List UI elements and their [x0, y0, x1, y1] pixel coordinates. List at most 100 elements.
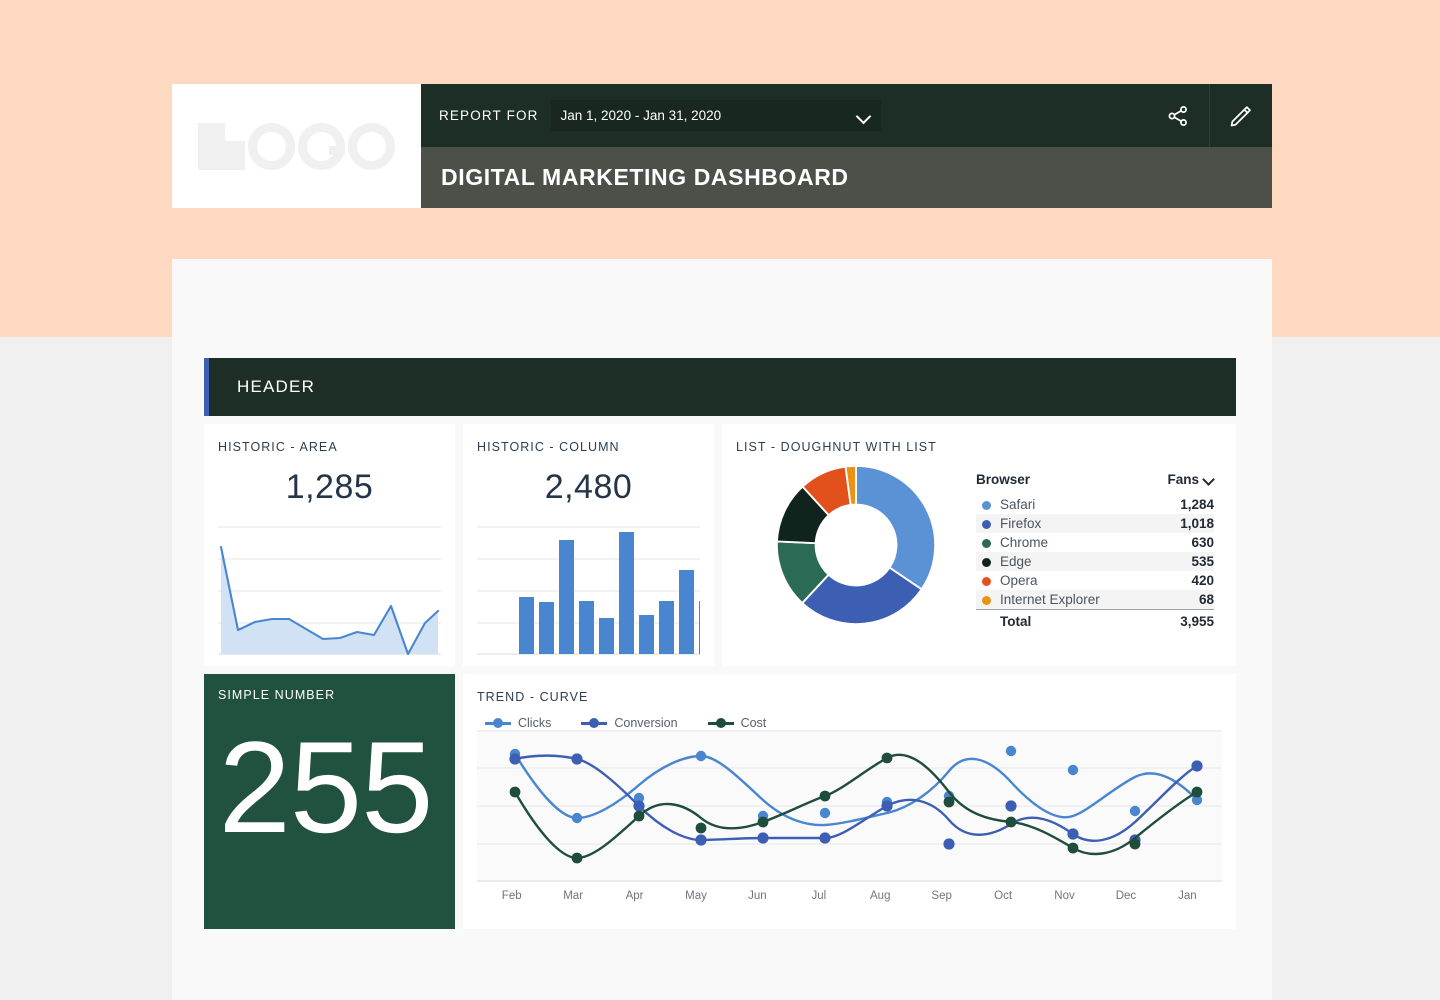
table-total-row: Total 3,955	[976, 609, 1214, 631]
area-chart-svg	[218, 526, 441, 656]
table-row[interactable]: Safari 1,284	[976, 495, 1214, 514]
widget-row-1: HISTORIC - AREA 1,285 HISTORIC - COLUMN …	[204, 424, 1236, 666]
app-header: REPORT FOR Jan 1, 2020 - Jan 31, 2020 DI…	[172, 84, 1272, 208]
legend-label-cost: Cost	[740, 716, 767, 730]
column-total-value: 2,480	[544, 468, 633, 506]
x-tick: Jan	[1178, 890, 1197, 902]
table-row[interactable]: Internet Explorer 68	[976, 590, 1214, 610]
column-chart-svg	[477, 526, 714, 655]
section-header: HEADER	[204, 358, 1236, 416]
header-title-bar: DIGITAL MARKETING DASHBOARD	[421, 147, 1272, 208]
simple-number-value: 255	[218, 714, 434, 860]
doughnut-card-body: Browser Fans Safari 1,284 Firefox 1,018 …	[736, 458, 1222, 631]
trend-chart	[477, 730, 1222, 887]
col-header-fans[interactable]: Fans	[1149, 472, 1214, 495]
row-label: Internet Explorer	[1000, 592, 1100, 607]
logo-letter-o	[248, 122, 295, 170]
logo-container	[172, 84, 421, 208]
legend-dot-opera	[982, 576, 991, 586]
header-toolbar: REPORT FOR Jan 1, 2020 - Jan 31, 2020	[421, 84, 1272, 147]
legend-dot-edge	[982, 557, 991, 567]
card-title-simple-number: SIMPLE NUMBER	[218, 688, 336, 702]
legend-marker-conversion	[581, 718, 608, 728]
x-tick: Jul	[811, 890, 827, 902]
card-title-trend: TREND - CURVE	[477, 690, 589, 704]
browser-table: Browser Fans Safari 1,284 Firefox 1,018 …	[976, 472, 1214, 631]
table-row[interactable]: Edge 535	[976, 552, 1214, 571]
widget-row-2: SIMPLE NUMBER 255 TREND - CURVE Clicks C…	[204, 674, 1236, 929]
date-range-value: Jan 1, 2020 - Jan 31, 2020	[560, 108, 722, 123]
x-tick: Sep	[931, 890, 952, 902]
legend-dot-internet-explorer	[982, 595, 991, 605]
table-header-row: Browser Fans	[976, 472, 1214, 495]
card-historic-column[interactable]: HISTORIC - COLUMN 2,480	[463, 424, 714, 666]
area-total-value: 1,285	[285, 468, 374, 506]
card-doughnut-list[interactable]: LIST - DOUGHNUT WITH LIST Browser Fans S…	[722, 424, 1236, 666]
col-header-browser: Browser	[976, 472, 1031, 487]
legend-marker-clicks	[485, 718, 511, 728]
row-label: Opera	[1000, 573, 1038, 588]
browser-table-body: Safari 1,284 Firefox 1,018 Chrome 630 Ed…	[976, 495, 1214, 631]
table-row[interactable]: Chrome 630	[976, 533, 1214, 552]
x-tick: Nov	[1054, 890, 1075, 902]
doughnut-chart	[736, 458, 976, 631]
legend-marker-cost	[707, 718, 734, 728]
table-row[interactable]: Firefox 1,018	[976, 514, 1214, 533]
report-for-label: REPORT FOR	[439, 108, 539, 123]
doughnut-chart-svg	[775, 464, 937, 625]
trend-legend: Clicks Conversion Cost	[477, 716, 1222, 730]
row-label: Chrome	[1000, 535, 1049, 550]
column-chart	[477, 523, 714, 663]
dashboard-body: HEADER HISTORIC - AREA 1,285 HISTORIC - …	[204, 358, 1236, 929]
legend-item-clicks[interactable]: Clicks	[485, 716, 551, 730]
header-actions	[1146, 84, 1272, 147]
x-tick: May	[685, 890, 707, 902]
legend-dot-chrome	[982, 538, 991, 548]
total-label: Total	[976, 609, 1149, 631]
legend-item-conversion[interactable]: Conversion	[581, 716, 678, 730]
section-header-label: HEADER	[237, 377, 316, 396]
card-simple-number[interactable]: SIMPLE NUMBER 255	[204, 674, 455, 929]
card-trend-curve[interactable]: TREND - CURVE Clicks Conversion Cost Feb…	[463, 674, 1236, 929]
x-tick: Oct	[994, 890, 1013, 902]
chevron-down-icon	[857, 110, 869, 122]
legend-label-clicks: Clicks	[518, 716, 552, 730]
row-value: 68	[1149, 590, 1214, 610]
browser-list: Browser Fans Safari 1,284 Firefox 1,018 …	[976, 458, 1222, 631]
pencil-icon	[1230, 105, 1251, 126]
legend-label-conversion: Conversion	[614, 716, 678, 730]
edit-button[interactable]	[1209, 84, 1272, 147]
card-title-doughnut: LIST - DOUGHNUT WITH LIST	[736, 440, 937, 454]
card-title-area: HISTORIC - AREA	[218, 440, 338, 454]
area-chart	[218, 523, 441, 663]
logo-letter-o2	[348, 122, 395, 170]
logo-letter-l	[198, 122, 245, 170]
total-value: 3,955	[1149, 609, 1214, 631]
x-tick: Mar	[563, 890, 584, 902]
trend-chart-svg	[477, 730, 1222, 882]
share-button[interactable]	[1146, 84, 1209, 147]
x-tick: Aug	[870, 890, 891, 902]
row-value: 1,284	[1180, 497, 1214, 512]
page-title: DIGITAL MARKETING DASHBOARD	[441, 164, 849, 190]
x-tick: Dec	[1115, 890, 1137, 902]
logo-letter-g	[298, 122, 345, 170]
header-right: REPORT FOR Jan 1, 2020 - Jan 31, 2020 DI…	[421, 84, 1272, 208]
row-label: Firefox	[1000, 516, 1042, 531]
row-value: 1,018	[1149, 514, 1214, 533]
trend-x-axis: Feb Mar Apr May Jun Jul Aug Sep Oct Nov …	[477, 890, 1222, 902]
row-label: Edge	[1000, 554, 1032, 569]
legend-item-cost[interactable]: Cost	[707, 716, 767, 730]
legend-dot-firefox	[982, 519, 991, 529]
legend-dot-safari	[982, 500, 991, 510]
table-row[interactable]: Opera 420	[976, 571, 1214, 590]
card-title-column: HISTORIC - COLUMN	[477, 440, 620, 454]
chevron-down-icon	[1204, 475, 1214, 485]
date-range-dropdown[interactable]: Jan 1, 2020 - Jan 31, 2020	[550, 100, 881, 131]
x-tick: Feb	[501, 890, 522, 902]
card-historic-area[interactable]: HISTORIC - AREA 1,285	[204, 424, 455, 666]
logo-placeholder-icon	[198, 122, 395, 170]
share-icon	[1168, 105, 1187, 126]
row-value: 630	[1191, 535, 1214, 550]
row-value: 420	[1191, 573, 1214, 588]
